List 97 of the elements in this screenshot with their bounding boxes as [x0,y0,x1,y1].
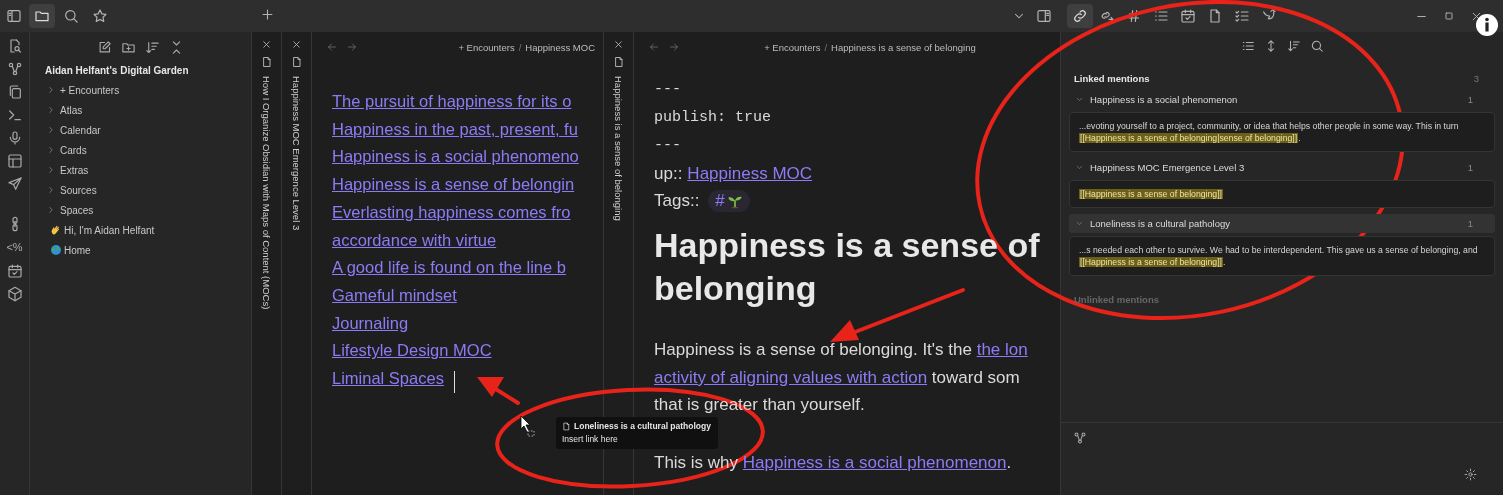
paragraph: This is why Happiness is a social phenomenon. [654,451,1012,474]
note-link[interactable]: Lifestyle Design MOC [332,337,492,366]
breadcrumb[interactable]: Happiness is a sense of belonging [831,41,976,53]
property-label: up:: [654,163,683,185]
tab-title[interactable]: Happiness MOC Emergence Level 3 [291,76,302,231]
section-title: Linked mentions [1074,73,1150,84]
sort-icon[interactable] [145,40,160,55]
folder-item[interactable]: Sources [30,180,251,200]
folder-item[interactable]: Extras [30,160,251,180]
breadcrumb-separator: / [824,41,828,53]
search-icon [63,8,79,24]
graph-icon[interactable] [1073,431,1087,445]
sidebar-toggle-icon[interactable] [1036,8,1052,24]
tab-title[interactable]: How I Organize Obsidian with Maps of Content (MOCs) [261,76,272,310]
note-link[interactable]: Gameful mindset [332,281,457,310]
graph-icon[interactable] [6,61,23,77]
folder-item[interactable]: Cards [30,140,251,160]
terminal-icon[interactable] [6,107,23,123]
note-link[interactable]: Happiness is a social phenomenon [742,452,1007,472]
file-icon [1207,8,1223,24]
list-icon[interactable] [1240,39,1255,53]
search-icon[interactable] [1309,39,1324,53]
note-link[interactable]: Happiness MOC [687,160,813,187]
note-link[interactable]: The pursuit of happiness for its o [332,88,572,116]
mention-snippet[interactable]: [[Happiness is a sense of belonging]] [1069,180,1495,208]
sidebar-toggle-icon[interactable] [6,8,22,24]
settings-icon[interactable] [1464,468,1477,481]
list-icon [1153,8,1169,24]
folder-icon [34,8,50,24]
file-icon [612,56,625,68]
tooltip-hint: Insert link here [562,434,619,444]
folder-item[interactable]: + Encounters [30,80,251,100]
tag-pill[interactable]: # [708,189,750,212]
frontmatter-line: --- [654,80,681,100]
templater-button[interactable]: <% [6,239,23,256]
note-link[interactable]: Everlasting happiness comes fro [332,198,571,227]
new-folder-icon[interactable] [121,40,136,55]
sort-icon[interactable] [1286,39,1301,53]
mention-snippet[interactable]: ...s needed each other to survive. We had to be interdependent. This gave us a sense of belonging, and [[Happiness is a sense of belonging]]. [1069,236,1495,276]
frontmatter-line: publish: true [654,108,772,128]
checklist-icon [1234,8,1250,24]
mention-group-header[interactable]: Loneliness is a cultural pathology 1 [1069,214,1495,233]
mention-snippet[interactable]: ...evoting yourself to a project, community, or idea that helps other people in some way. This in turn [[Happiness is a sense of belonging|sense of belonging]]. [1069,112,1495,152]
mention-group-header[interactable]: Happiness is a social phenomenon 1 [1069,90,1495,109]
note-link[interactable]: Happiness in the past, present, fu [332,115,578,144]
frontmatter-line: --- [654,136,681,156]
calendar-icon [1180,8,1196,24]
note-link[interactable]: accordance with virtue [332,226,497,255]
mention-count: 3 [1473,73,1479,84]
note-link[interactable]: Happiness is a social phenomeno [332,143,579,172]
layout-icon[interactable] [6,153,23,169]
breadcrumb-separator: / [518,41,522,53]
close-icon[interactable] [291,39,302,50]
chevron-down-icon [1075,163,1084,172]
maximize-icon[interactable] [1443,9,1455,22]
mention-group-header[interactable]: Happiness MOC Emergence Level 3 1 [1069,158,1495,177]
note-link[interactable]: A good life is found on the line b [332,254,566,282]
tab-title[interactable]: Happiness is a sense of belonging [613,76,624,221]
send-icon[interactable] [6,176,23,192]
info-icon[interactable] [1475,13,1499,37]
chevron-down-icon [1075,95,1084,104]
link-tab[interactable] [1067,4,1093,28]
vault-name: Aidan Helfant's Digital Garden [44,64,190,78]
drag-cursor-icon [520,415,536,437]
property-label: Tags:: [654,190,700,212]
folder-item[interactable]: Atlas [30,100,251,120]
breadcrumb[interactable]: + Encounters [458,41,515,53]
note-item[interactable]: Hi, I'm Aidan Helfant [30,220,251,240]
hash-icon [1126,8,1142,24]
tooltip-title: Loneliness is a cultural pathology [574,421,711,431]
note-link[interactable]: Liminal Spaces [332,365,444,393]
note-link[interactable]: activity of aligning values with action [654,367,928,387]
note-heading: Happiness is a sense of belonging [654,225,1041,309]
note-link[interactable]: the lon [976,340,1028,359]
file-icon [562,421,571,431]
breadcrumb[interactable]: Happiness MOC [525,41,595,53]
new-tab-icon[interactable] [260,6,275,22]
calendar-icon[interactable] [6,263,23,279]
folder-item[interactable]: Calendar [30,120,251,140]
waving-hand-icon [50,224,62,236]
note-link[interactable]: Happiness is a sense of belongin [332,171,575,199]
folder-tab[interactable] [29,4,55,28]
file-icon [260,56,273,68]
link-icon [1072,8,1088,24]
note-link[interactable]: Journaling [332,309,409,338]
annotation-arrow [477,377,520,405]
file-icon [290,56,303,68]
folder-item[interactable]: Spaces [30,200,251,220]
star-icon [92,8,108,24]
note-item[interactable]: Home [30,240,251,260]
breadcrumb[interactable]: + Encounters [764,41,821,53]
new-note-icon[interactable] [97,40,112,55]
close-icon[interactable] [261,39,272,50]
cube-icon[interactable] [6,286,23,302]
chevron-down-icon [1075,219,1084,228]
globe-icon [50,244,62,256]
close-icon[interactable] [613,39,624,50]
